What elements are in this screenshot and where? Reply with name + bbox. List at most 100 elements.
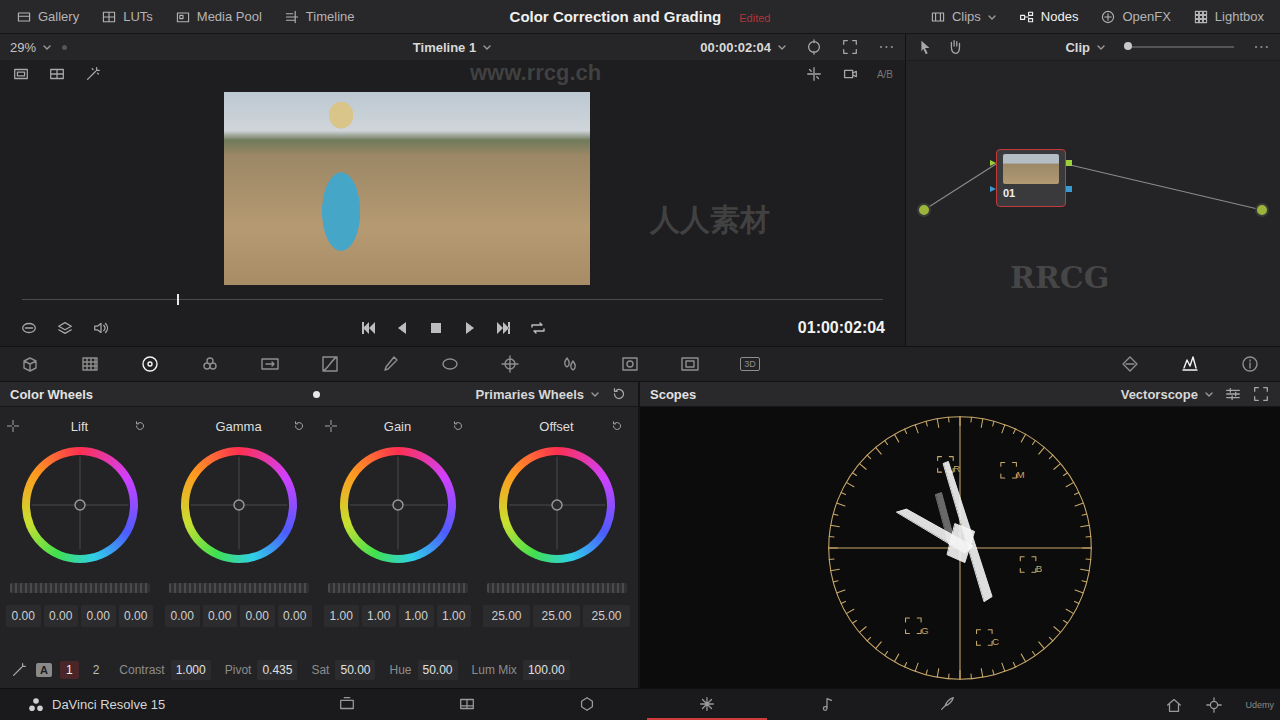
page-button[interactable]: 1 xyxy=(60,661,79,679)
page-switch[interactable] xyxy=(767,689,887,720)
view-mode-icon[interactable] xyxy=(20,319,38,337)
value-field[interactable]: 0.00 xyxy=(119,605,154,627)
hand-icon[interactable] xyxy=(946,38,964,56)
panel-button[interactable]: Gallery xyxy=(12,7,83,27)
palette-button[interactable] xyxy=(540,347,600,381)
expand-icon[interactable] xyxy=(1252,385,1270,403)
palette-button[interactable] xyxy=(240,347,300,381)
last-frame-icon[interactable] xyxy=(494,318,514,338)
value-field[interactable]: 0.00 xyxy=(203,605,238,627)
play-icon[interactable] xyxy=(460,318,480,338)
node-canvas[interactable]: 01 xyxy=(906,61,1280,346)
reset-icon[interactable] xyxy=(610,385,628,403)
highlight-icon[interactable] xyxy=(805,38,823,56)
panel-button[interactable]: Lightbox xyxy=(1189,7,1268,27)
zoom-dropdown[interactable]: 29% xyxy=(10,40,52,55)
page-switch[interactable] xyxy=(527,689,647,720)
scrub-track[interactable] xyxy=(22,299,883,300)
timeline-dropdown[interactable]: Timeline 1 xyxy=(413,40,492,55)
panel-button[interactable]: Timeline xyxy=(280,7,359,27)
wheel[interactable] xyxy=(338,445,458,565)
settings-icon[interactable] xyxy=(1224,385,1242,403)
page-switch[interactable] xyxy=(887,689,1007,720)
value-field[interactable]: 1.00 xyxy=(362,605,397,627)
sparkle-icon[interactable] xyxy=(805,65,823,83)
master-wheel[interactable] xyxy=(328,583,468,593)
layers-icon[interactable] xyxy=(56,319,74,337)
palette-button[interactable] xyxy=(660,347,720,381)
master-wheel[interactable] xyxy=(169,583,309,593)
split-view-icon[interactable] xyxy=(48,65,66,83)
source-port[interactable] xyxy=(917,203,931,217)
wheel[interactable] xyxy=(179,445,299,565)
scrubber[interactable] xyxy=(0,288,905,310)
magic-wand-icon[interactable] xyxy=(84,65,102,83)
first-frame-icon[interactable] xyxy=(358,318,378,338)
picker-icon[interactable] xyxy=(6,419,20,433)
panel-button[interactable]: Nodes xyxy=(1015,7,1083,27)
more-icon[interactable] xyxy=(1252,38,1270,56)
single-view-icon[interactable] xyxy=(12,65,30,83)
reset-icon[interactable] xyxy=(451,419,465,433)
palette-button[interactable] xyxy=(60,347,120,381)
master-wheel[interactable] xyxy=(487,583,627,593)
panel-button[interactable]: OpenFX xyxy=(1096,7,1174,27)
zoom-knob[interactable] xyxy=(1124,42,1132,50)
master-wheel[interactable] xyxy=(10,583,150,593)
palette-button[interactable] xyxy=(360,347,420,381)
value-field[interactable]: 0.00 xyxy=(165,605,200,627)
palette-button[interactable] xyxy=(480,347,540,381)
panel-button[interactable]: Media Pool xyxy=(171,7,266,27)
wheels-mode-dropdown[interactable]: Primaries Wheels xyxy=(476,387,600,402)
value-field[interactable]: 1.00 xyxy=(324,605,359,627)
more-icon[interactable] xyxy=(877,38,895,56)
value-field[interactable]: 0.00 xyxy=(44,605,79,627)
reverse-icon[interactable] xyxy=(392,318,412,338)
picker-icon[interactable] xyxy=(324,419,338,433)
wheel[interactable] xyxy=(20,445,140,565)
value-field[interactable]: 0.00 xyxy=(81,605,116,627)
page-switch[interactable] xyxy=(647,689,767,720)
speaker-icon[interactable] xyxy=(92,319,110,337)
palette-button[interactable] xyxy=(1160,347,1220,381)
output-port[interactable] xyxy=(1066,160,1072,166)
page-switch[interactable] xyxy=(287,689,407,720)
palette-button[interactable] xyxy=(0,347,60,381)
palette-button[interactable] xyxy=(1100,347,1160,381)
value-field[interactable]: 0.00 xyxy=(6,605,41,627)
value-field[interactable]: 0.00 xyxy=(240,605,275,627)
value-field[interactable]: 25.00 xyxy=(533,605,580,627)
adjustment-value[interactable]: 0.435 xyxy=(257,660,297,680)
value-field[interactable]: 25.00 xyxy=(583,605,630,627)
adjustment-value[interactable]: 50.00 xyxy=(418,660,458,680)
compare-button[interactable]: A/B xyxy=(877,69,893,80)
value-field[interactable]: 25.00 xyxy=(483,605,530,627)
palette-button[interactable] xyxy=(600,347,660,381)
adjustment-value[interactable]: 1.000 xyxy=(171,660,211,680)
palette-button[interactable] xyxy=(180,347,240,381)
zoom-slider[interactable] xyxy=(1124,46,1234,48)
node[interactable]: 01 xyxy=(996,149,1066,207)
stop-icon[interactable] xyxy=(426,318,446,338)
reset-icon[interactable] xyxy=(292,419,306,433)
reset-icon[interactable] xyxy=(610,419,624,433)
palette-button[interactable] xyxy=(420,347,480,381)
value-field[interactable]: 0.00 xyxy=(278,605,313,627)
key-input-port[interactable] xyxy=(990,186,996,192)
reset-icon[interactable] xyxy=(133,419,147,433)
palette-button[interactable]: 3D xyxy=(720,347,780,381)
palette-button[interactable] xyxy=(1220,347,1280,381)
palette-button[interactable] xyxy=(120,347,180,381)
camera-icon[interactable] xyxy=(841,65,859,83)
output-port[interactable] xyxy=(1255,203,1269,217)
home-icon[interactable] xyxy=(1165,696,1183,714)
value-field[interactable]: 1.00 xyxy=(437,605,472,627)
key-output-port[interactable] xyxy=(1066,186,1072,192)
settings-icon[interactable] xyxy=(1205,696,1223,714)
adjustment-value[interactable]: 50.00 xyxy=(335,660,375,680)
adjustment-value[interactable]: 100.00 xyxy=(523,660,570,680)
panel-button[interactable]: Clips xyxy=(926,7,1001,27)
fullscreen-icon[interactable] xyxy=(841,38,859,56)
palette-button[interactable] xyxy=(300,347,360,381)
scope-type-dropdown[interactable]: Vectorscope xyxy=(1121,387,1214,402)
